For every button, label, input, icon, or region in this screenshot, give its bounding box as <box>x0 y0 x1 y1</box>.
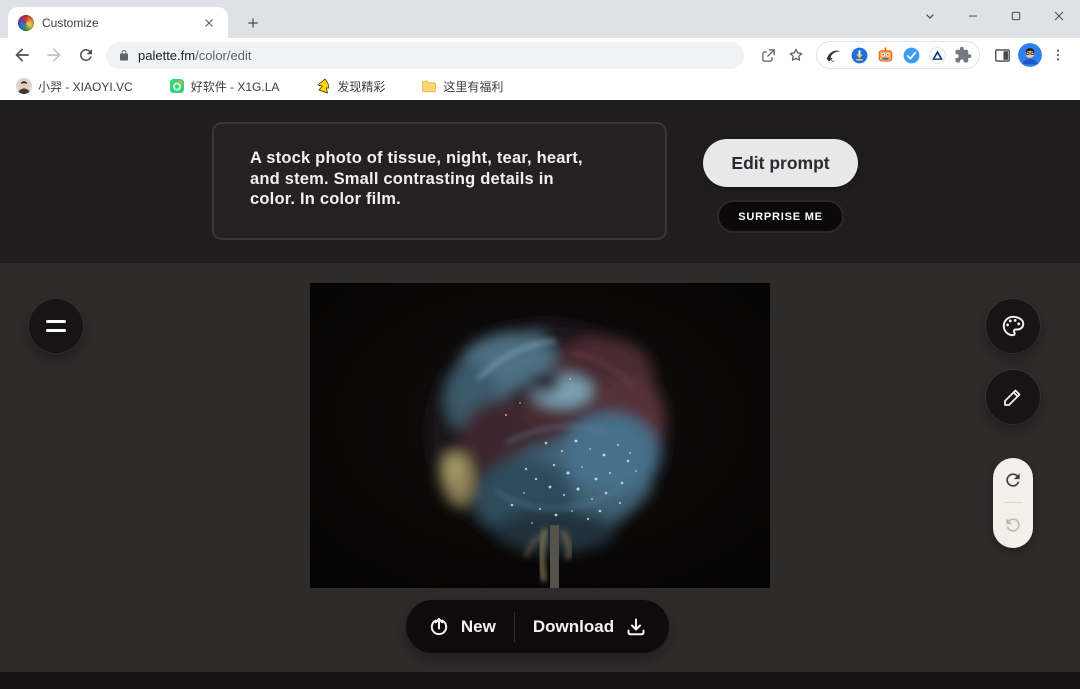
download-button[interactable]: Download <box>515 600 666 653</box>
bookmark-xiaoyi[interactable]: 小羿 - XIAOYI.VC <box>12 75 137 97</box>
prompt-text-line: color. In color film. <box>250 189 665 210</box>
browser-window: Customize <box>0 0 1080 689</box>
bookmark-star-icon[interactable] <box>782 41 810 69</box>
menu-button[interactable] <box>29 299 83 353</box>
address-bar[interactable]: palette.fm/color/edit <box>106 42 744 69</box>
pencil-icon <box>1001 385 1025 409</box>
palette-tool-button[interactable] <box>986 299 1040 353</box>
editor-canvas: New Download <box>0 263 1080 672</box>
window-close-button[interactable] <box>1037 0 1080 32</box>
new-upload-icon <box>427 615 451 639</box>
prompt-header: A stock photo of tissue, night, tear, he… <box>0 100 1080 263</box>
green-app-icon <box>169 78 185 94</box>
undo-icon <box>1003 515 1023 535</box>
yellow-folder-icon <box>421 78 437 94</box>
bookmark-discover[interactable]: 发现精彩 <box>311 75 389 97</box>
pinned-extensions <box>816 41 980 69</box>
rose-photo <box>310 283 770 588</box>
edit-prompt-button[interactable]: Edit prompt <box>703 139 858 187</box>
browser-menu-icon[interactable] <box>1044 41 1072 69</box>
palette-icon <box>1000 313 1026 339</box>
side-panel-icon[interactable] <box>988 41 1016 69</box>
prompt-box[interactable]: A stock photo of tissue, night, tear, he… <box>212 122 667 240</box>
lock-icon <box>118 49 130 62</box>
yellow-lightning-icon <box>315 78 331 94</box>
browser-toolbar: palette.fm/color/edit <box>0 38 1080 72</box>
tab-strip: Customize <box>0 0 1080 38</box>
undo-button[interactable] <box>993 503 1033 547</box>
bookmark-label: 小羿 - XIAOYI.VC <box>38 78 133 95</box>
back-button[interactable] <box>6 39 38 71</box>
window-maximize-button[interactable] <box>994 0 1037 32</box>
bookmarks-bar: 小羿 - XIAOYI.VC 好软件 - X1G.LA 发现精彩 这里有福利 <box>0 72 1080 100</box>
redo-button[interactable] <box>993 458 1033 502</box>
bookmark-x1g[interactable]: 好软件 - X1G.LA <box>165 75 284 97</box>
tab-close-icon[interactable] <box>200 14 218 32</box>
extensions-puzzle-icon[interactable] <box>950 42 976 68</box>
url-text: palette.fm/color/edit <box>138 48 251 63</box>
url-host: palette.fm <box>138 48 195 63</box>
new-tab-button[interactable] <box>240 10 266 36</box>
edit-tool-button[interactable] <box>986 370 1040 424</box>
redo-icon <box>1003 470 1023 490</box>
window-chevron-icon[interactable] <box>908 0 951 32</box>
tab-customize[interactable]: Customize <box>8 7 228 38</box>
download-manager-extension-icon[interactable] <box>846 42 872 68</box>
bookmark-label: 发现精彩 <box>337 78 385 95</box>
bookmark-welfare[interactable]: 这里有福利 <box>417 75 507 97</box>
url-path: /color/edit <box>195 48 251 63</box>
prompt-text-line: A stock photo of tissue, night, tear, he… <box>250 148 665 169</box>
tab-title: Customize <box>42 16 192 30</box>
person-avatar-icon <box>16 78 32 94</box>
forward-button[interactable] <box>38 39 70 71</box>
bottom-strip <box>0 672 1080 689</box>
profile-avatar[interactable] <box>1016 41 1044 69</box>
triangle-extension-icon[interactable] <box>924 42 950 68</box>
bottom-action-bar: New Download <box>406 600 669 653</box>
new-button[interactable]: New <box>409 600 514 653</box>
bookmark-label: 这里有福利 <box>443 78 503 95</box>
history-controls <box>993 458 1033 548</box>
hamburger-icon <box>46 320 66 323</box>
window-minimize-button[interactable] <box>951 0 994 32</box>
palette-favicon-icon <box>18 15 34 31</box>
robot-extension-icon[interactable] <box>872 42 898 68</box>
download-icon <box>624 615 648 639</box>
download-label: Download <box>533 617 614 637</box>
surprise-me-button[interactable]: SURPRISE ME <box>717 200 844 233</box>
bookmark-label: 好软件 - X1G.LA <box>191 78 280 95</box>
window-controls <box>908 0 1080 34</box>
share-icon[interactable] <box>754 41 782 69</box>
new-label: New <box>461 617 496 637</box>
reload-button[interactable] <box>70 39 102 71</box>
umbrella-extension-icon[interactable] <box>820 42 846 68</box>
prompt-text-line: and stem. Small contrasting details in <box>250 169 665 190</box>
generated-image <box>310 283 770 588</box>
checkmark-ball-extension-icon[interactable] <box>898 42 924 68</box>
